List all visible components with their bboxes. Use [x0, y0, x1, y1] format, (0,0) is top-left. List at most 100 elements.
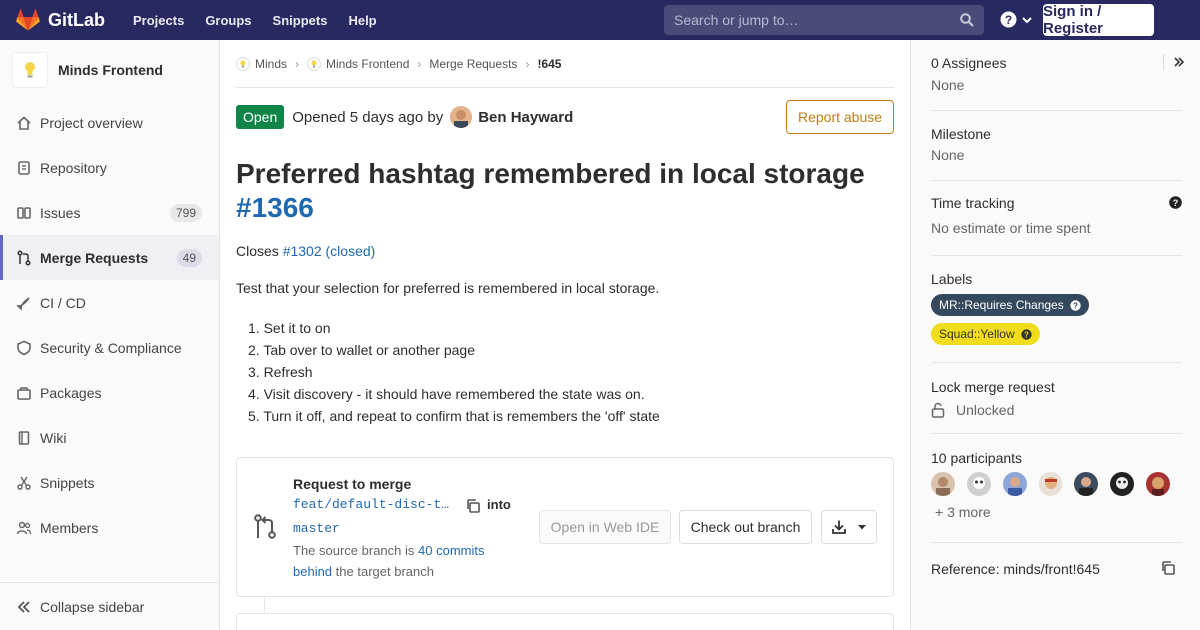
nav-help[interactable]: Help — [348, 13, 376, 28]
sidebar-item-label: Wiki — [40, 429, 67, 446]
avatar[interactable] — [931, 472, 955, 496]
breadcrumb-label: Minds Frontend — [326, 56, 410, 71]
chevron-right-icon: › — [417, 56, 422, 71]
sidebar-item-packages[interactable]: Packages — [0, 370, 219, 415]
question-circle-icon: ? — [1070, 299, 1081, 311]
participants-list — [931, 472, 1182, 496]
more-participants-link[interactable]: + 3 more — [935, 504, 1182, 520]
sidebar-item-ci-cd[interactable]: CI / CD — [0, 280, 219, 325]
avatar[interactable] — [1002, 472, 1027, 496]
avatar[interactable] — [1038, 472, 1063, 496]
brand-name: GitLab — [48, 9, 105, 30]
avatar[interactable] — [966, 472, 991, 496]
milestone-value: None — [931, 147, 965, 163]
source-branch-link[interactable]: feat/default-disc-t… — [293, 497, 449, 512]
copy-icon[interactable] — [1160, 560, 1176, 576]
time-tracking-value: No estimate or time spent — [931, 220, 1091, 236]
rocket-icon — [16, 295, 32, 311]
main-content: Minds › Minds Frontend › Merge Requests … — [236, 40, 894, 630]
mr-title-text: Preferred hashtag remembered in local st… — [236, 158, 865, 189]
gitlab-logo[interactable]: GitLab — [16, 9, 105, 31]
search-input[interactable] — [674, 12, 954, 28]
nav-groups[interactable]: Groups — [205, 13, 251, 28]
assignees-title: 0 Assignees — [931, 55, 1007, 71]
sidebar-item-issues[interactable]: Issues 799 — [0, 190, 219, 235]
double-chevron-left-icon — [17, 600, 30, 613]
avatar[interactable] — [1074, 472, 1099, 496]
gitlab-fox-icon — [16, 9, 40, 31]
lock-block: Lock merge request Unlocked — [931, 379, 1182, 434]
open-web-ide-button[interactable]: Open in Web IDE — [539, 510, 671, 544]
merge-requests-count-badge: 49 — [176, 248, 202, 267]
collapse-sidebar-button[interactable]: Collapse sidebar — [0, 582, 219, 630]
breadcrumb-mr-id[interactable]: !645 — [537, 57, 561, 71]
svg-text:?: ? — [1173, 198, 1179, 208]
target-branch-link[interactable]: master — [293, 521, 340, 536]
breadcrumb-merge-requests[interactable]: Merge Requests — [429, 57, 517, 71]
question-circle-icon[interactable]: ? — [1169, 196, 1182, 209]
report-abuse-button[interactable]: Report abuse — [786, 100, 894, 134]
sidebar-item-label: Repository — [40, 159, 107, 176]
nav-projects[interactable]: Projects — [133, 13, 184, 28]
merge-request-icon — [16, 249, 32, 266]
author-name[interactable]: Ben Hayward — [478, 109, 573, 126]
nav-links: Projects Groups Snippets Help — [133, 13, 398, 28]
milestone-block: Milestone None — [931, 126, 1182, 181]
sidebar-item-label: Merge Requests — [40, 249, 149, 266]
assignees-value: None — [931, 77, 965, 93]
closes-prefix: Closes — [236, 243, 279, 259]
request-to-merge-title: Request to merge — [293, 476, 412, 492]
merge-widget: Request to merge feat/default-disc-t… in… — [236, 457, 894, 597]
sign-in-button[interactable]: Sign in / Register — [1043, 3, 1154, 37]
help-dropdown[interactable]: ? — [1000, 11, 1033, 28]
home-icon — [16, 115, 32, 131]
breadcrumb-minds-frontend[interactable]: Minds Frontend — [307, 56, 410, 71]
label-squad-yellow[interactable]: Squad::Yellow ? — [931, 323, 1040, 345]
sidebar-item-repository[interactable]: Repository — [0, 145, 219, 190]
mr-title-ref[interactable]: #1366 — [236, 192, 314, 223]
label-text: Squad::Yellow — [939, 327, 1015, 341]
caret-down-icon — [858, 525, 866, 530]
chevron-right-icon: › — [295, 56, 300, 71]
sidebar-item-snippets[interactable]: Snippets — [0, 460, 219, 505]
into-label: into — [487, 497, 511, 512]
author-avatar[interactable] — [450, 106, 473, 128]
reference-text: Reference: minds/front!645 — [931, 561, 1100, 577]
sidebar-item-label: Security & Compliance — [40, 339, 182, 356]
sidebar-item-security-compliance[interactable]: Security & Compliance — [0, 325, 219, 370]
avatar[interactable] — [1110, 472, 1135, 496]
question-circle-icon: ? — [1000, 11, 1017, 28]
sidebar-item-merge-requests[interactable]: Merge Requests 49 — [0, 235, 219, 280]
commits-behind-text: The source branch is 40 commits behind t… — [293, 540, 523, 582]
merge-request-icon — [254, 514, 276, 539]
chevron-down-icon — [1022, 16, 1032, 23]
target-branch-line: master — [293, 519, 340, 536]
breadcrumb-minds[interactable]: Minds — [236, 56, 287, 71]
list-item: 5. Turn it off, and repeat to confirm th… — [248, 408, 660, 424]
labels-block: Labels MR::Requires Changes ? Squad::Yel… — [931, 271, 1182, 363]
sidebar-item-members[interactable]: Members — [0, 505, 219, 550]
left-sidebar: Minds Frontend Project overview Reposito… — [0, 40, 220, 630]
sidebar-item-wiki[interactable]: Wiki — [0, 415, 219, 460]
doc-icon — [16, 160, 32, 176]
closed-issue-link[interactable]: #1302 (closed) — [283, 243, 376, 259]
download-dropdown-button[interactable] — [821, 510, 877, 544]
sidebar-item-label: Snippets — [40, 474, 95, 491]
time-tracking-title: Time tracking — [931, 195, 1015, 211]
mr-description: Test that your selection for preferred i… — [236, 280, 660, 296]
nav-snippets[interactable]: Snippets — [273, 13, 328, 28]
mr-status-row: Open Opened 5 days ago by Ben Hayward Re… — [236, 100, 894, 134]
unlock-icon — [931, 402, 945, 418]
project-header[interactable]: Minds Frontend — [0, 40, 219, 100]
label-requires-changes[interactable]: MR::Requires Changes ? — [931, 294, 1089, 316]
sidebar-item-project-overview[interactable]: Project overview — [0, 100, 219, 145]
copy-icon[interactable] — [465, 498, 481, 514]
status-badge: Open — [236, 105, 285, 129]
behind-prefix: The source branch is — [293, 543, 415, 558]
check-out-branch-button[interactable]: Check out branch — [679, 510, 812, 544]
thread-line — [264, 597, 265, 613]
label-text: MR::Requires Changes — [939, 298, 1064, 312]
question-circle-icon: ? — [1020, 328, 1032, 340]
avatar[interactable] — [1146, 472, 1171, 496]
svg-text:?: ? — [1073, 301, 1078, 310]
